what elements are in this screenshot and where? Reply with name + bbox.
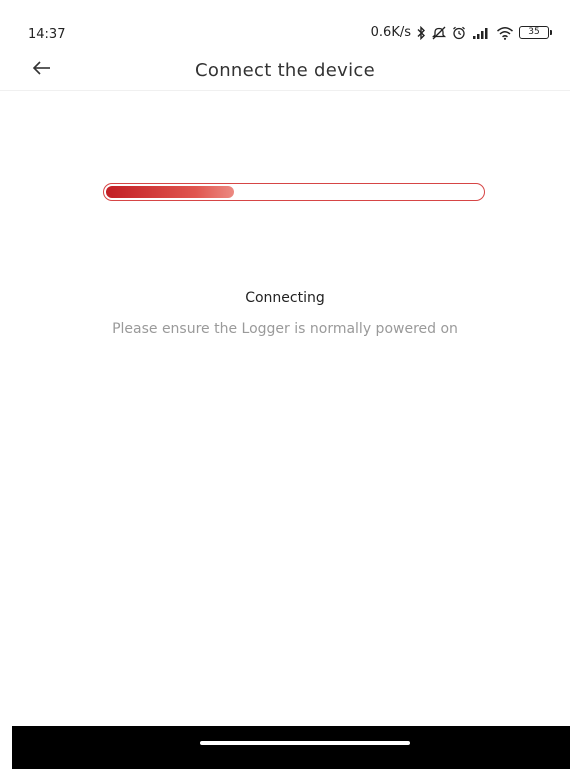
connection-status-text: Connecting [245, 290, 325, 306]
network-speed: 0.6K/s [370, 25, 411, 40]
battery-icon: 35 [519, 26, 552, 39]
connection-hint-text: Please ensure the Logger is normally pow… [112, 321, 458, 337]
wifi-icon [496, 26, 514, 40]
connection-progress-fill [106, 186, 234, 198]
cellular-signal-icon [471, 26, 491, 40]
status-icons: 0.6K/s 35 [371, 25, 552, 40]
bluetooth-icon [416, 25, 426, 40]
mute-icon [431, 26, 447, 40]
status-bar: 14:37 0.6K/s 35 [0, 0, 570, 46]
system-nav-bar [12, 726, 570, 769]
page-title: Connect the device [195, 60, 375, 81]
battery-level: 35 [519, 26, 549, 39]
alarm-icon [452, 26, 466, 40]
connection-progress-bar [103, 183, 485, 201]
status-time: 14:37 [28, 27, 66, 42]
header: Connect the device [0, 50, 570, 91]
home-indicator[interactable] [200, 741, 410, 745]
